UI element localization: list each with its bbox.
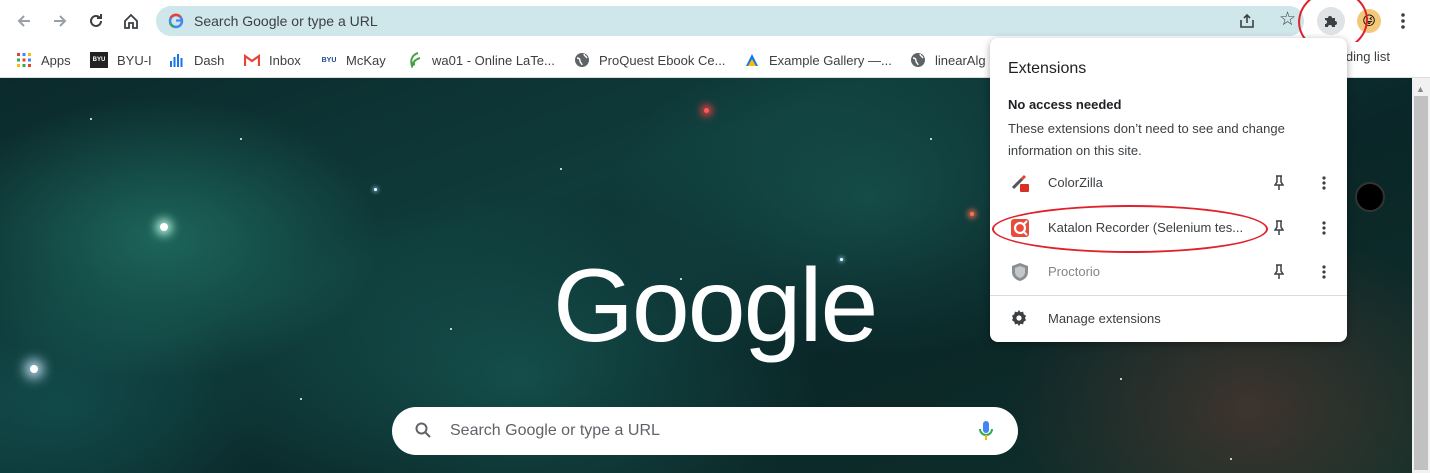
bookmark-dash[interactable]: Dash xyxy=(169,49,224,71)
gmail-icon xyxy=(244,52,260,68)
extensions-section-title: No access needed xyxy=(1008,97,1122,112)
home-button[interactable] xyxy=(118,8,144,34)
bookmark-label: Apps xyxy=(41,52,71,68)
pin-icon[interactable] xyxy=(1271,218,1287,238)
profile-avatar[interactable]: 😜 xyxy=(1357,9,1381,33)
bookmark-label: Example Gallery —... xyxy=(769,52,892,68)
overleaf-icon xyxy=(407,52,423,68)
back-arrow-icon xyxy=(17,15,30,27)
bookmark-wa01[interactable]: wa01 - Online LaTe... xyxy=(407,49,555,71)
google-g-icon xyxy=(168,13,184,29)
globe-icon xyxy=(910,52,926,68)
three-dots-vertical-icon xyxy=(1401,13,1405,29)
bookmark-apps[interactable]: Apps xyxy=(16,49,71,71)
address-bar-placeholder: Search Google or type a URL xyxy=(194,13,378,29)
extensions-button[interactable] xyxy=(1317,7,1345,35)
bookmark-label: ProQuest Ebook Ce... xyxy=(599,52,726,68)
star xyxy=(1120,378,1122,380)
extensions-menu-title: Extensions xyxy=(1008,60,1087,77)
byui-mckay-icon: BYU xyxy=(321,56,337,64)
bookmark-proquest[interactable]: ProQuest Ebook Ce... xyxy=(574,49,725,71)
smiley-emoji-icon: 😜 xyxy=(1362,13,1376,28)
bookmark-label: Inbox xyxy=(269,52,301,68)
star xyxy=(1230,458,1232,460)
apps-grid-icon xyxy=(16,52,32,68)
extensions-section-description: These extensions don’t need to see and c… xyxy=(1008,121,1285,158)
katalon-icon xyxy=(1011,219,1029,237)
gallery-icon xyxy=(744,52,760,68)
scrollbar-thumb[interactable] xyxy=(1414,96,1428,470)
browser-toolbar: Search Google or type a URL ☆ 😜 xyxy=(0,0,1430,57)
bookmark-label: wa01 - Online LaTe... xyxy=(432,52,555,68)
chrome-menu-button[interactable] xyxy=(1393,9,1413,33)
ntp-search-placeholder: Search Google or type a URL xyxy=(450,422,660,439)
star xyxy=(450,328,452,330)
proctorio-shield-icon xyxy=(1012,263,1028,281)
colorzilla-icon xyxy=(1011,174,1029,192)
star xyxy=(30,365,38,373)
gear-icon xyxy=(1012,310,1026,326)
byui-logo-icon: BYU xyxy=(90,52,108,68)
share-icon[interactable] xyxy=(1238,12,1256,35)
star xyxy=(300,398,302,400)
bookmark-linearalg[interactable]: linearAlg xyxy=(910,49,986,71)
bookmark-inbox[interactable]: Inbox xyxy=(244,49,301,71)
extensions-menu: Extensions No access needed These extens… xyxy=(990,38,1347,342)
page-scrollbar[interactable]: ▲ xyxy=(1412,78,1430,473)
search-icon xyxy=(414,421,432,444)
extension-row-proctorio[interactable]: Proctorio xyxy=(990,250,1347,294)
ntp-search-box[interactable]: Search Google or type a URL xyxy=(392,407,1018,455)
star xyxy=(90,118,92,120)
star xyxy=(970,212,974,216)
bookmark-byui[interactable]: BYU BYU-I xyxy=(90,49,152,71)
bookmark-star-icon[interactable]: ☆ xyxy=(1279,10,1296,29)
forward-arrow-icon xyxy=(54,15,67,27)
dash-bars-icon xyxy=(169,52,185,68)
star xyxy=(240,138,242,140)
microphone-icon[interactable] xyxy=(978,419,994,448)
bookmark-label: linearAlg xyxy=(935,52,986,68)
star xyxy=(560,168,562,170)
google-logo: Google xyxy=(553,248,878,364)
more-options-icon[interactable] xyxy=(1316,218,1332,238)
menu-divider xyxy=(990,295,1347,296)
globe-icon xyxy=(574,52,590,68)
pin-icon[interactable] xyxy=(1271,173,1287,193)
scroll-up-arrow-icon[interactable]: ▲ xyxy=(1416,84,1425,94)
extension-name: Proctorio xyxy=(1048,264,1101,279)
bookmark-label: BYU-I xyxy=(117,52,152,68)
manage-extensions-button[interactable]: Manage extensions xyxy=(990,298,1347,340)
bookmark-example-gallery[interactable]: Example Gallery —... xyxy=(744,49,892,71)
address-bar[interactable]: Search Google or type a URL ☆ xyxy=(156,6,1304,36)
pin-icon[interactable] xyxy=(1271,262,1287,282)
puzzle-piece-icon xyxy=(1325,16,1337,27)
extension-name: Katalon Recorder (Selenium tes... xyxy=(1048,220,1244,235)
extension-name: ColorZilla xyxy=(1048,175,1103,190)
star xyxy=(374,188,377,191)
manage-extensions-label: Manage extensions xyxy=(1048,311,1161,326)
home-icon xyxy=(124,13,138,29)
bookmark-mckay[interactable]: BYU McKay xyxy=(321,49,386,71)
more-options-icon[interactable] xyxy=(1316,262,1332,282)
star xyxy=(704,108,709,113)
more-options-icon[interactable] xyxy=(1316,173,1332,193)
customize-chrome-button[interactable] xyxy=(1355,182,1385,212)
reload-button[interactable] xyxy=(83,8,109,34)
extension-row-colorzilla[interactable]: ColorZilla xyxy=(990,161,1347,205)
extension-row-katalon[interactable]: Katalon Recorder (Selenium tes... xyxy=(990,206,1347,250)
star xyxy=(930,138,932,140)
forward-button[interactable] xyxy=(47,8,73,34)
back-button[interactable] xyxy=(11,8,37,34)
reload-icon xyxy=(90,14,102,27)
star xyxy=(160,223,168,231)
bookmark-label: Dash xyxy=(194,52,225,68)
bookmark-label: McKay xyxy=(346,52,386,68)
